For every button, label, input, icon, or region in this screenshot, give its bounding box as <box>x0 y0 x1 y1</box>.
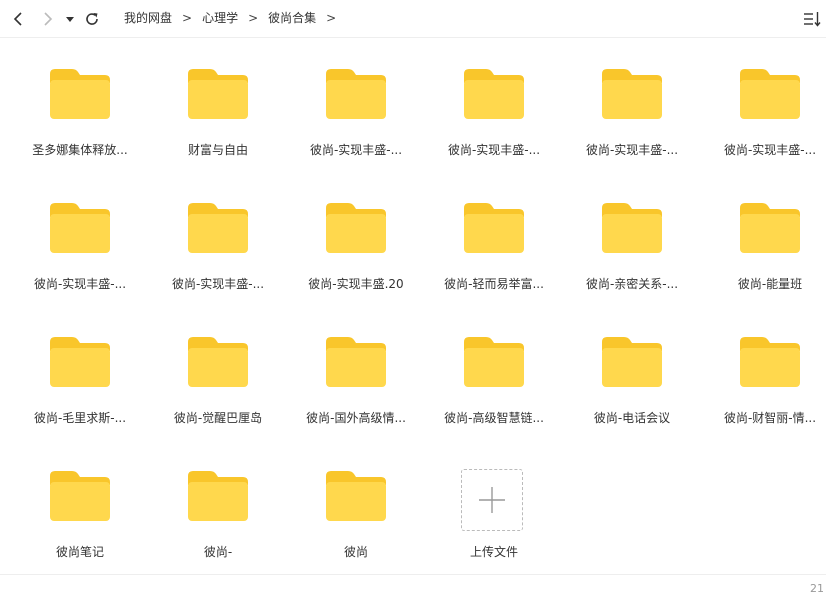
status-bar: 21 <box>0 574 826 595</box>
folder-label: 彼尚-能量班 <box>737 277 803 291</box>
folder-label: 彼尚-高级智慧链... <box>444 411 544 425</box>
folder-label: 彼尚-实现丰盛-... <box>447 143 541 157</box>
folder-item[interactable]: 彼尚-实现丰盛-... <box>705 38 826 158</box>
breadcrumb-item-current-folder[interactable]: 彼尚合集 <box>268 11 316 25</box>
folder-label: 彼尚-实现丰盛-... <box>585 143 679 157</box>
breadcrumb-item-psychology[interactable]: 心理学 <box>202 11 238 25</box>
folder-icon <box>188 337 248 387</box>
breadcrumb-separator: > <box>182 11 193 25</box>
folder-label: 彼尚-毛里求斯-... <box>33 411 127 425</box>
folder-label: 彼尚-实现丰盛-... <box>309 143 403 157</box>
folder-icon <box>50 69 110 119</box>
breadcrumb: 我的网盘 > 心理学 > 彼尚合集 > <box>124 0 346 38</box>
folder-label: 彼尚笔记 <box>55 545 104 559</box>
chevron-right-icon <box>44 12 53 26</box>
folder-item[interactable]: 彼尚-轻而易举富... <box>429 172 559 292</box>
upload-box <box>461 469 523 531</box>
sort-icon <box>804 12 821 27</box>
refresh-icon <box>86 13 98 25</box>
folder-label: 彼尚-实现丰盛-... <box>33 277 127 291</box>
caret-down-icon <box>66 17 74 22</box>
folder-icon <box>326 69 386 119</box>
folder-icon <box>740 337 800 387</box>
folder-item[interactable]: 彼尚-实现丰盛.20 <box>291 172 421 292</box>
folder-item[interactable]: 彼尚-电话会议 <box>567 306 697 426</box>
folder-icon <box>326 337 386 387</box>
folder-item[interactable]: 彼尚-实现丰盛-... <box>291 38 421 158</box>
folder-icon <box>602 337 662 387</box>
folder-item[interactable]: 彼尚-高级智慧链... <box>429 306 559 426</box>
folder-label: 彼尚-国外高级情... <box>306 411 406 425</box>
folder-icon <box>464 203 524 253</box>
breadcrumb-separator: > <box>326 11 337 25</box>
folder-label: 彼尚 <box>343 545 368 559</box>
folder-label: 彼尚-实现丰盛-... <box>723 143 817 157</box>
item-count: 21 <box>810 582 824 595</box>
folder-label: 彼尚- <box>203 545 233 559</box>
folder-item[interactable]: 彼尚-实现丰盛-... <box>429 38 559 158</box>
plus-icon <box>479 487 505 513</box>
folder-icon <box>740 203 800 253</box>
folder-item[interactable]: 彼尚-觉醒巴厘岛 <box>153 306 283 426</box>
breadcrumb-separator: > <box>248 11 259 25</box>
folder-item[interactable]: 彼尚-亲密关系-... <box>567 172 697 292</box>
folder-item[interactable]: 圣多娜集体释放... <box>15 38 145 158</box>
back-button[interactable] <box>8 9 28 29</box>
folder-item[interactable]: 彼尚- <box>153 440 283 560</box>
folder-label: 圣多娜集体释放... <box>32 143 128 157</box>
folder-icon <box>464 69 524 119</box>
folder-icon <box>188 203 248 253</box>
forward-button[interactable] <box>38 9 58 29</box>
folder-item[interactable]: 彼尚 <box>291 440 421 560</box>
sort-button[interactable] <box>802 9 822 29</box>
folder-icon <box>326 471 386 521</box>
folder-item[interactable]: 彼尚-实现丰盛-... <box>567 38 697 158</box>
refresh-button[interactable] <box>82 9 102 29</box>
folder-icon <box>50 337 110 387</box>
folder-item[interactable]: 彼尚-国外高级情... <box>291 306 421 426</box>
breadcrumb-item-my-drive[interactable]: 我的网盘 <box>124 11 172 25</box>
folder-icon <box>464 337 524 387</box>
folder-label: 彼尚-亲密关系-... <box>585 277 679 291</box>
folder-icon <box>602 69 662 119</box>
file-grid: 上传文件 圣多娜集体释放... 财富与自由 彼尚-实现丰盛-... 彼尚-实现丰盛-.… <box>0 38 826 574</box>
upload-label: 上传文件 <box>469 545 518 559</box>
folder-label: 彼尚-实现丰盛-... <box>171 277 265 291</box>
folder-item[interactable]: 彼尚笔记 <box>15 440 145 560</box>
folder-icon <box>188 471 248 521</box>
folder-icon <box>188 69 248 119</box>
folder-label: 彼尚-财智丽-情... <box>723 411 817 425</box>
folder-item[interactable]: 财富与自由 <box>153 38 283 158</box>
folder-icon <box>50 203 110 253</box>
folder-icon <box>602 203 662 253</box>
folder-icon <box>326 203 386 253</box>
folder-item[interactable]: 彼尚-实现丰盛-... <box>15 172 145 292</box>
folder-label: 财富与自由 <box>187 143 248 157</box>
folder-item[interactable]: 彼尚-毛里求斯-... <box>15 306 145 426</box>
folder-item[interactable]: 彼尚-实现丰盛-... <box>153 172 283 292</box>
toolbar: 我的网盘 > 心理学 > 彼尚合集 > <box>0 0 826 38</box>
folder-icon <box>50 471 110 521</box>
upload-file-button[interactable]: 上传文件 <box>429 440 559 560</box>
folder-label: 彼尚-实现丰盛.20 <box>308 277 404 291</box>
chevron-left-icon <box>13 12 22 26</box>
folder-icon <box>740 69 800 119</box>
folder-label: 彼尚-电话会议 <box>593 411 671 425</box>
folder-label: 彼尚-觉醒巴厘岛 <box>173 411 263 425</box>
folder-item[interactable]: 彼尚-能量班 <box>705 172 826 292</box>
folder-item[interactable]: 彼尚-财智丽-情... <box>705 306 826 426</box>
history-dropdown[interactable] <box>62 9 78 29</box>
folder-label: 彼尚-轻而易举富... <box>444 277 544 291</box>
